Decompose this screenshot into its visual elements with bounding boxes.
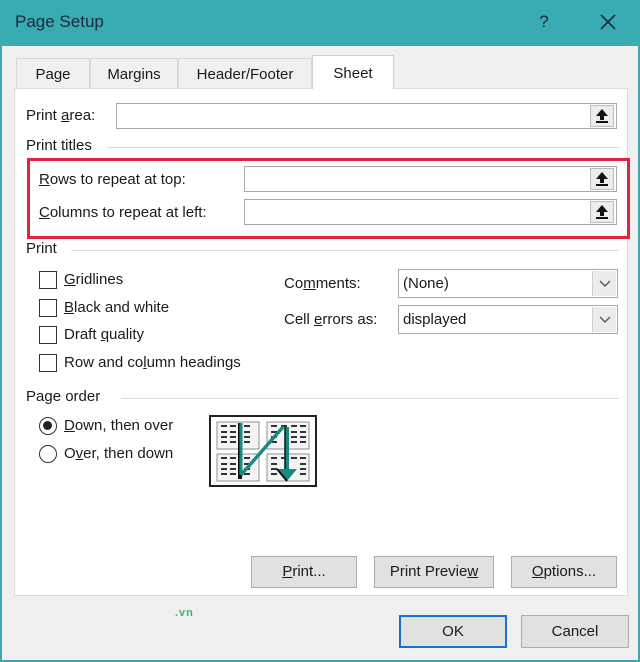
tab-page[interactable]: Page xyxy=(16,58,90,89)
page-order-divider xyxy=(121,398,619,399)
rows-repeat-collapse-button[interactable] xyxy=(590,168,614,190)
close-button[interactable] xyxy=(590,6,626,38)
rows-repeat-input[interactable] xyxy=(244,166,617,192)
page-order-diagram-icon xyxy=(216,421,310,482)
close-icon xyxy=(600,14,616,30)
cell-errors-value: displayed xyxy=(403,311,467,328)
ok-button[interactable]: OK xyxy=(399,615,507,648)
tab-margins[interactable]: Margins xyxy=(90,58,178,89)
cell-errors-dropdown-button[interactable] xyxy=(592,307,616,332)
black-white-label[interactable]: Black and white xyxy=(64,299,169,316)
gridlines-label[interactable]: Gridlines xyxy=(64,271,123,288)
print-titles-divider xyxy=(107,147,619,148)
draft-quality-label[interactable]: Draft quality xyxy=(64,326,144,343)
dialog-title: Page Setup xyxy=(15,12,104,31)
cell-errors-label: Cell errors as: xyxy=(284,311,378,328)
page-setup-dialog: Page Setup ? Page Margins Header/Footer … xyxy=(0,0,640,662)
comments-dropdown-button[interactable] xyxy=(592,271,616,296)
over-then-down-label[interactable]: Over, then down xyxy=(64,445,173,462)
watermark-text: .vn xyxy=(175,607,194,619)
upload-arrow-icon xyxy=(596,109,608,123)
tab-header-footer[interactable]: Header/Footer xyxy=(178,58,312,89)
draft-quality-checkbox[interactable] xyxy=(39,326,57,344)
upload-arrow-icon xyxy=(596,172,608,186)
print-area-label: Print area: xyxy=(26,107,96,124)
over-then-down-radio[interactable] xyxy=(39,445,57,463)
print-preview-button[interactable]: Print Preview xyxy=(374,556,494,588)
comments-label: Comments: xyxy=(284,275,361,292)
page-order-preview xyxy=(209,415,317,487)
row-column-headings-label[interactable]: Row and column headings xyxy=(64,354,241,371)
tab-sheet[interactable]: Sheet xyxy=(312,55,394,89)
sheet-tab-panel: Print area: Print titles Rows to repeat … xyxy=(14,88,630,596)
print-area-collapse-button[interactable] xyxy=(590,105,614,127)
page-order-heading: Page order xyxy=(26,388,101,405)
options-button[interactable]: Options... xyxy=(511,556,617,588)
cols-repeat-label: Columns to repeat at left: xyxy=(39,204,207,221)
print-titles-heading: Print titles xyxy=(26,137,92,154)
rows-repeat-label: Rows to repeat at top: xyxy=(39,171,186,188)
print-heading: Print xyxy=(26,240,57,257)
print-area-input[interactable] xyxy=(116,103,617,129)
comments-value: (None) xyxy=(403,275,449,292)
down-then-over-radio[interactable] xyxy=(39,417,57,435)
cols-repeat-collapse-button[interactable] xyxy=(590,201,614,223)
chevron-down-icon xyxy=(599,280,610,287)
print-divider xyxy=(71,250,619,251)
chevron-down-icon xyxy=(599,316,610,323)
row-column-headings-checkbox[interactable] xyxy=(39,354,57,372)
help-button[interactable]: ? xyxy=(532,8,556,36)
comments-select[interactable]: (None) xyxy=(398,269,618,298)
upload-arrow-icon xyxy=(596,205,608,219)
print-button[interactable]: Print... xyxy=(251,556,357,588)
title-bar[interactable]: Page Setup ? xyxy=(2,0,640,46)
black-white-checkbox[interactable] xyxy=(39,299,57,317)
cols-repeat-input[interactable] xyxy=(244,199,617,225)
cell-errors-select[interactable]: displayed xyxy=(398,305,618,334)
cancel-button[interactable]: Cancel xyxy=(521,615,629,648)
down-then-over-label[interactable]: Down, then over xyxy=(64,417,173,434)
gridlines-checkbox[interactable] xyxy=(39,271,57,289)
